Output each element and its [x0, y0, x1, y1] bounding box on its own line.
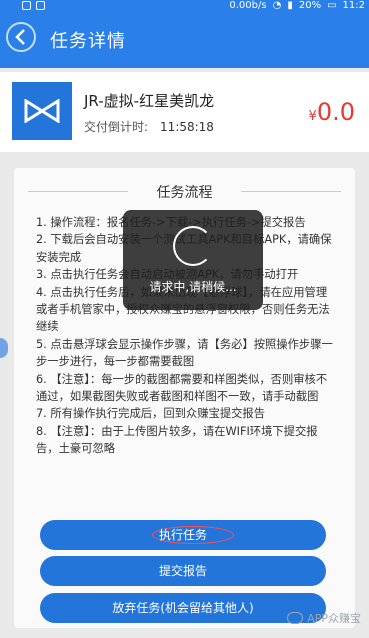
wechat-icon	[287, 612, 304, 624]
product-name: JR-虚拟-红星美凯龙	[84, 92, 215, 110]
status-bar: 0.00b/s ◔ ▮ 20% ▭ 11:2	[0, 0, 369, 12]
signal-icon: ▮	[287, 0, 293, 11]
flow-title: 任务流程	[14, 182, 355, 202]
product-logo	[12, 82, 72, 140]
abandon-task-button[interactable]: 放弃任务(机会留给其他人)	[40, 593, 326, 623]
wifi-icon: ◔	[272, 0, 282, 11]
spinner-icon	[173, 226, 213, 266]
price-value: 0.0	[316, 98, 355, 126]
page-title: 任务详情	[50, 31, 126, 52]
back-button[interactable]	[6, 22, 36, 52]
back-arrow-icon	[15, 29, 25, 45]
countdown: 交付倒计时: 11:58:18	[84, 118, 214, 135]
submit-report-button[interactable]: 提交报告	[40, 556, 326, 586]
battery-percent: 20%	[298, 0, 322, 11]
product-card: JR-虚拟-红星美凯龙 交付倒计时: 11:58:18 ¥0.0	[0, 72, 369, 152]
execute-task-button[interactable]: 执行任务	[40, 520, 326, 550]
app-notification-icon	[36, 1, 45, 10]
flow-step: 7. 所有操作执行完成后，回到众赚宝提交报告	[36, 407, 266, 421]
battery-icon: ▭	[327, 0, 337, 11]
network-speed: 0.00b/s	[229, 0, 267, 11]
notification-icon	[22, 1, 31, 10]
app-bar: 任务详情	[0, 12, 369, 68]
countdown-time: 11:58:18	[160, 120, 214, 134]
flow-step: 6. 【注意】：每一步的截图都需要和样图类似，否则审核不通过，如果截图失败或者截…	[36, 372, 328, 404]
watermark-text: APP众赚宝	[307, 612, 361, 625]
price: ¥0.0	[309, 98, 355, 126]
countdown-label: 交付倒计时:	[84, 120, 149, 134]
clock: 11:2	[342, 0, 365, 11]
loading-text: 请求中,请稍候...	[149, 280, 237, 294]
bowtie-logo-icon	[24, 99, 60, 123]
loading-dialog: 请求中,请稍候...	[123, 210, 263, 310]
watermark: APP众赚宝	[287, 610, 361, 626]
execute-task-label: 执行任务	[158, 528, 207, 542]
flow-step: 8. 【注意】：由于上传图片较多，请在WIFI环境下提交报告，土豪可忽略	[36, 424, 318, 456]
flow-step: 5. 点击悬浮球会显示操作步骤，请【务必】按照操作步骤一步一步进行，每一步都需要…	[36, 337, 333, 369]
floating-side-handle[interactable]	[0, 338, 8, 358]
price-symbol: ¥	[308, 109, 317, 124]
